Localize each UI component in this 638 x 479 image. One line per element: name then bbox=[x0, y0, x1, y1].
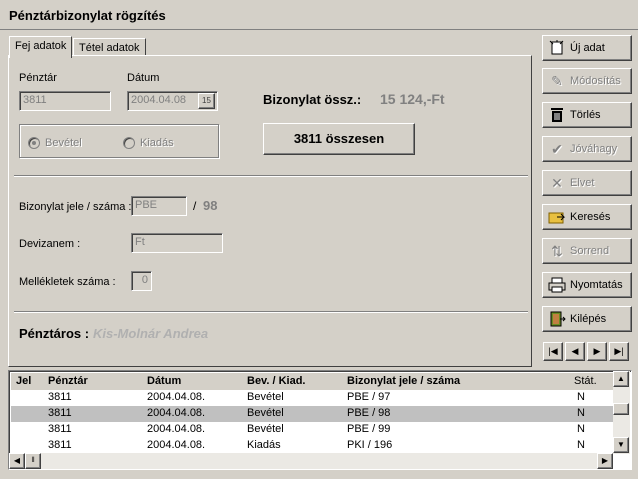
nav-prev-button[interactable]: ◀ bbox=[565, 342, 585, 361]
bevetel-radio[interactable] bbox=[28, 137, 40, 149]
search-folder-icon bbox=[548, 209, 566, 225]
scroll-down-icon[interactable]: ▼ bbox=[613, 437, 629, 453]
sorrend-button[interactable]: ⇅ Sorrend bbox=[542, 238, 632, 264]
sort-icon: ⇅ bbox=[551, 243, 563, 259]
table-row[interactable]: 3811 2004.04.08. Bevétel PBE / 97 N bbox=[11, 390, 615, 406]
scroll-up-icon[interactable]: ▲ bbox=[613, 371, 629, 387]
modositas-button[interactable]: ✎ Módosítás bbox=[542, 68, 632, 94]
grid-header: Jel Pénztár Dátum Bev. / Kiad. Bizonylat… bbox=[11, 373, 615, 390]
table-row[interactable]: 3811 2004.04.08. Bevétel PBE / 99 N bbox=[11, 422, 615, 438]
col-bizonylat[interactable]: Bizonylat jele / száma bbox=[347, 375, 460, 387]
uj-adat-button[interactable]: Új adat bbox=[542, 35, 632, 61]
exit-door-icon bbox=[548, 311, 566, 327]
kilepes-button[interactable]: Kilépés bbox=[542, 306, 632, 332]
divider-1 bbox=[14, 175, 528, 177]
deviza-label: Devizanem : bbox=[19, 238, 81, 250]
nav-last-button[interactable]: ▶| bbox=[609, 342, 629, 361]
divider-2 bbox=[14, 311, 528, 313]
vertical-scrollbar[interactable]: ▲ ▼ bbox=[613, 371, 630, 454]
penztaros-value: Kis-Molnár Andrea bbox=[93, 326, 209, 341]
calendar-icon[interactable]: 15 bbox=[198, 93, 215, 109]
col-bev-kiad[interactable]: Bev. / Kiad. bbox=[247, 375, 305, 387]
window-title: Pénztárbizonylat rögzítés bbox=[9, 8, 166, 23]
bizonylat-osszeg-label: Bizonylat össz.: bbox=[263, 92, 362, 107]
col-jel[interactable]: Jel bbox=[16, 375, 31, 387]
x-icon: ✕ bbox=[551, 175, 563, 191]
deviza-field[interactable]: Ft bbox=[131, 233, 223, 253]
col-stat[interactable]: Stát. bbox=[574, 375, 597, 387]
penztaros-label: Pénztáros : bbox=[19, 326, 90, 341]
horizontal-scrollbar[interactable]: ◀ ⦀ ▶ bbox=[9, 453, 613, 469]
table-row[interactable]: 3811 2004.04.08. Kiadás PKI / 196 N bbox=[11, 438, 615, 454]
total-button[interactable]: 3811 összesen bbox=[263, 123, 415, 155]
kiadas-radio-label: Kiadás bbox=[140, 137, 174, 149]
szam-separator: / bbox=[193, 199, 197, 213]
col-datum[interactable]: Dátum bbox=[147, 375, 181, 387]
scroll-thumb-horizontal[interactable]: ⦀ bbox=[25, 453, 41, 469]
printer-icon bbox=[548, 277, 566, 293]
penztar-field[interactable]: 3811 bbox=[19, 91, 111, 111]
col-penztar[interactable]: Pénztár bbox=[48, 375, 88, 387]
torles-button[interactable]: Törlés bbox=[542, 102, 632, 128]
nav-next-button[interactable]: ▶ bbox=[587, 342, 607, 361]
jel-field[interactable]: PBE bbox=[131, 196, 187, 216]
new-doc-icon bbox=[548, 40, 566, 56]
mellekletek-label: Mellékletek száma : bbox=[19, 276, 116, 288]
trash-icon bbox=[548, 107, 566, 123]
nyomtatas-button[interactable]: Nyomtatás bbox=[542, 272, 632, 298]
edit-icon: ✎ bbox=[551, 73, 563, 89]
jel-label: Bizonylat jele / száma : bbox=[19, 201, 132, 213]
kereses-button[interactable]: Keresés bbox=[542, 204, 632, 230]
penztar-label: Pénztár bbox=[19, 72, 57, 84]
bevetel-radio-label: Bevétel bbox=[45, 137, 82, 149]
tab-tetel-adatok[interactable]: Tétel adatok bbox=[73, 38, 146, 56]
kiadas-radio[interactable] bbox=[123, 137, 135, 149]
datum-label: Dátum bbox=[127, 72, 160, 84]
scroll-thumb-vertical[interactable] bbox=[613, 403, 629, 415]
scroll-left-icon[interactable]: ◀ bbox=[9, 453, 25, 469]
tab-fej-adatok[interactable]: Fej adatok bbox=[9, 36, 73, 58]
elvet-button[interactable]: ✕ Elvet bbox=[542, 170, 632, 196]
window-title-bar: Pénztárbizonylat rögzítés bbox=[0, 0, 638, 30]
table-row-selected[interactable]: 3811 2004.04.08. Bevétel PBE / 98 N bbox=[11, 406, 615, 422]
nav-first-button[interactable]: |◀ bbox=[543, 342, 563, 361]
mellekletek-field[interactable]: 0 bbox=[131, 271, 152, 291]
szam-value: 98 bbox=[203, 198, 218, 213]
bizonylat-osszeg-value: 15 124,-Ft bbox=[380, 91, 445, 107]
jovahagy-button[interactable]: ✔ Jóváhagy bbox=[542, 136, 632, 162]
check-icon: ✔ bbox=[551, 141, 563, 157]
scroll-right-icon[interactable]: ▶ bbox=[597, 453, 613, 469]
